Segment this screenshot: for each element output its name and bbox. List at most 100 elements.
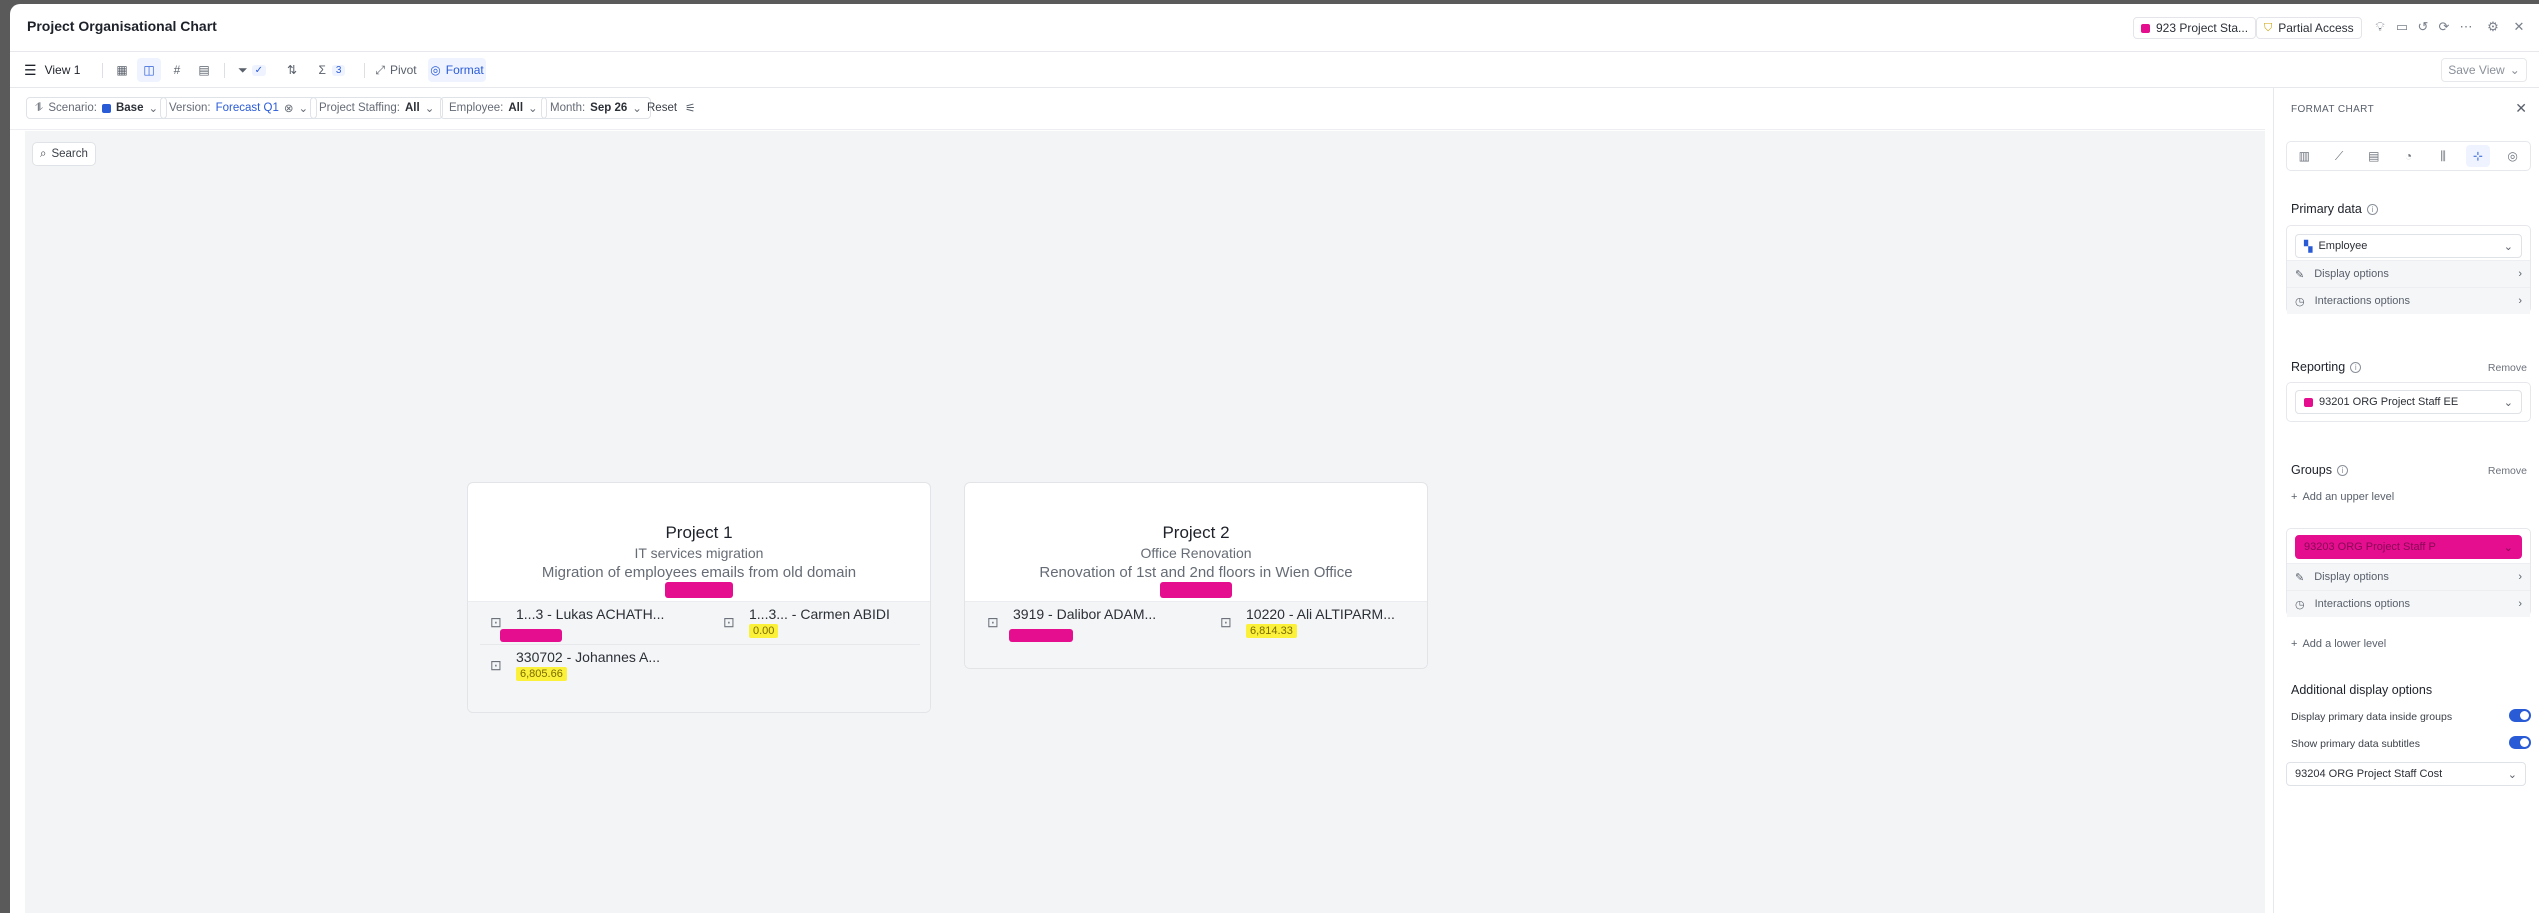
search-icon: ⌕ [40,147,47,160]
chart-type-tabs: ▥ ⟋ ▤ ◔ ⫼ ⊹ ◎ [2286,141,2531,171]
table-view-icon[interactable]: ▦ [110,58,134,82]
refresh-icon[interactable]: ⟳ [2435,18,2453,36]
scenario-filter[interactable]: ⥮ Scenario: Base ⌄ [26,97,168,119]
document-view-icon[interactable]: ▤ [192,58,216,82]
more-icon[interactable]: ⋯ [2457,18,2475,36]
reporting-label: Reporting [2291,360,2346,374]
display-icon: ✎ [2295,571,2305,584]
comment-icon[interactable]: ▭ [2393,18,2411,36]
employee-node[interactable]: ⊡ 1...3 - Lukas ACHATH... [490,606,690,642]
primary-data-box: ▚ Employee ⌄ ✎ Display options › ◷ Inter… [2286,225,2531,314]
employee-node[interactable]: ⊡ 330702 - Johannes A... 6,805.66 [490,649,690,682]
model-badge[interactable]: 923 Project Sta... [2133,17,2257,39]
show-subtitles-toggle[interactable] [2509,736,2531,749]
format-label: Format [445,63,484,77]
view-menu-button[interactable]: ☰ View 1 [24,58,94,82]
clear-icon[interactable]: ⊗ [284,101,294,115]
pivot-label: Pivot [389,63,417,77]
reporting-select[interactable]: 93201 ORG Project Staff EE ⌄ [2295,390,2522,414]
display-options-row[interactable]: ✎ Display options › [2287,563,2530,590]
employee-node[interactable]: ⊡ 10220 - Ali ALTIPARM... 6,814.33 [1220,606,1420,639]
project-card[interactable]: Project 2 Office Renovation Renovation o… [964,482,1428,669]
sum-button[interactable]: Σ 3 [310,58,354,82]
close-icon[interactable]: ✕ [2510,18,2528,36]
chevron-right-icon: › [2518,268,2522,280]
chevron-down-icon: ⌄ [2509,63,2520,77]
staffing-filter[interactable]: Project Staffing: All ⌄ [310,97,444,119]
divider [102,63,103,78]
format-button[interactable]: ◎ Format [428,58,486,82]
info-icon[interactable]: i [2366,203,2378,215]
project-card[interactable]: Project 1 IT services migration Migratio… [467,482,931,713]
access-badge[interactable]: ⛉ Partial Access [2256,17,2362,39]
shield-icon: ⛉ [2264,21,2273,34]
primary-data-label: Primary data [2291,202,2362,216]
combo-chart-icon[interactable]: ▤ [2362,145,2386,167]
version-filter[interactable]: Version: Forecast Q1 ⊗ ⌄ [160,97,318,119]
pivot-button[interactable]: ⤢ Pivot [372,58,420,82]
groups-select[interactable]: 93203 ORG Project Staff P ⌄ [2295,535,2522,559]
info-icon[interactable]: i [2350,361,2362,373]
panel-heading: FORMAT CHART [2291,104,2375,115]
interactions-options-row[interactable]: ◷ Interactions options › [2287,287,2530,314]
org-chart-icon[interactable]: ⊹ [2465,145,2490,167]
search-label: Search [51,148,88,160]
staffing-filter-label: Project Staffing: [319,102,400,114]
toolbar: ☰ View 1 ▦ ◫ # ▤ ⏷ ✓ ⇅ Σ 3 ⤢ Pivot ◎ For… [10,52,2539,88]
groups-remove-button[interactable]: Remove [2488,465,2527,477]
sort-icon[interactable]: ⇅ [280,58,304,82]
line-chart-icon[interactable]: ⟋ [2327,145,2351,167]
save-view-button[interactable]: Save View ⌄ [2441,58,2527,82]
info-icon[interactable]: i [2337,464,2348,476]
subtitle-select[interactable]: 93204 ORG Project Staff Cost ⌄ [2286,762,2526,786]
close-icon[interactable]: ✕ [2515,100,2527,117]
filter-settings-icon[interactable]: ⚟ [685,101,696,115]
reset-button[interactable]: Reset [647,102,677,114]
redaction-mark [500,629,562,642]
dimension-icon: ▚ [2304,240,2313,253]
month-filter[interactable]: Month: Sep 26 ⌄ [541,97,651,119]
add-upper-level-button[interactable]: + Add an upper level [2291,491,2394,503]
add-lower-level-button[interactable]: + Add a lower level [2291,638,2386,650]
pie-chart-icon[interactable]: ◔ [2396,145,2420,167]
image-placeholder-icon: ⊡ [1220,614,1232,630]
chevron-right-icon: › [2518,598,2522,610]
chevron-down-icon: ⌄ [298,103,309,115]
project-subtitle: IT services migration [634,545,764,561]
redaction-mark [665,582,733,598]
employee-node[interactable]: ⊡ 1...3... - Carmen ABIDI 0.00 [723,606,923,639]
filter-button[interactable]: ⏷ ✓ [232,58,272,82]
primary-data-select[interactable]: ▚ Employee ⌄ [2295,234,2522,258]
app-window: Project Organisational Chart 923 Project… [10,4,2539,913]
chevron-down-icon: ⌄ [148,103,159,115]
title-bar: Project Organisational Chart 923 Project… [10,4,2539,52]
lightbulb-icon[interactable]: 💡︎ [2371,18,2389,36]
month-filter-label: Month: [550,102,586,114]
hamburger-icon: ☰ [24,61,37,78]
version-filter-value: Forecast Q1 [215,102,279,114]
reporting-remove-button[interactable]: Remove [2488,362,2527,374]
reporting-value: 93201 ORG Project Staff EE [2319,396,2459,408]
palette-icon[interactable]: ◎ [2501,145,2525,167]
employee-filter[interactable]: Employee: All ⌄ [440,97,547,119]
search-button[interactable]: ⌕ Search [32,142,96,166]
display-options-row[interactable]: ✎ Display options › [2287,260,2530,287]
scenario-filter-value: Base [115,102,144,114]
settings-icon[interactable]: ⚙ [2484,18,2502,36]
employee-filter-value: All [508,102,524,114]
chevron-down-icon: ⌄ [2503,240,2513,253]
employee-node[interactable]: ⊡ 3919 - Dalibor ADAM... [987,606,1187,642]
primary-data-section: Primary data i [2291,202,2378,216]
interactions-options-row[interactable]: ◷ Interactions options › [2287,590,2530,617]
redaction-mark [1160,582,1232,598]
chart-view-icon[interactable]: ◫ [137,58,161,82]
model-badge-label: 923 Project Sta... [2156,21,2249,35]
interactions-options-label: Interactions options [2314,295,2410,307]
scenario-icon: ⥮ [35,101,44,114]
waterfall-chart-icon[interactable]: ⫼ [2431,145,2455,167]
bar-chart-icon[interactable]: ▥ [2292,145,2316,167]
history-icon[interactable]: ↺ [2414,18,2432,36]
grid-view-icon[interactable]: # [165,58,189,82]
employee-name: 1...3 - Lukas ACHATH... [516,606,665,622]
display-inside-groups-toggle[interactable] [2509,709,2531,722]
